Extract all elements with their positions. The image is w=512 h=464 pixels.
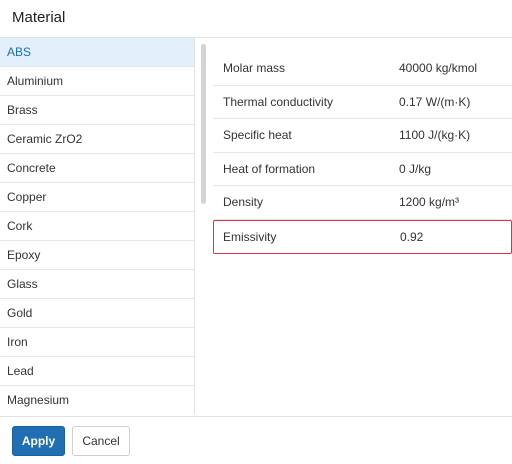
property-row: Thermal conductivity 0.17 W/(m·K) (213, 86, 512, 120)
apply-button[interactable]: Apply (12, 426, 65, 456)
material-item[interactable]: Cork (0, 212, 194, 241)
material-item[interactable]: Magnesium (0, 386, 194, 414)
material-item[interactable]: Brass (0, 96, 194, 125)
material-item[interactable]: Iron (0, 328, 194, 357)
property-value: 0.92 (400, 229, 424, 244)
material-item[interactable]: Lead (0, 357, 194, 386)
material-item[interactable]: Concrete (0, 154, 194, 183)
material-item[interactable]: Ceramic ZrO2 (0, 125, 194, 154)
property-row: Emissivity 0.92 (213, 219, 512, 254)
property-label: Thermal conductivity (223, 94, 334, 109)
property-row: Molar mass 40000 kg/kmol (213, 52, 512, 86)
material-item[interactable]: Glass (0, 270, 194, 299)
property-value: 1200 kg/m³ (399, 195, 460, 210)
property-row: Specific heat 1100 J/(kg·K) (213, 119, 512, 153)
material-dialog: Material ABS Aluminium Brass Ceramic ZrO2 Co… (0, 0, 512, 464)
footer-divider (0, 416, 512, 417)
material-item[interactable]: Gold (0, 299, 194, 328)
property-row: Density 1200 kg/m³ (213, 186, 512, 220)
property-value: 1100 J/(kg·K) (399, 128, 471, 143)
material-item[interactable]: ABS (0, 38, 194, 67)
dialog-title: Material (12, 9, 66, 26)
property-value: 40000 kg/kmol (399, 61, 478, 75)
material-properties: Molar mass 40000 kg/kmol Thermal conductiv… (213, 52, 512, 254)
property-label: Molar mass (223, 61, 286, 75)
cancel-button[interactable]: Cancel (72, 426, 130, 456)
property-value: 0.17 W/(m·K) (399, 94, 471, 109)
property-label: Heat of formation (223, 161, 316, 176)
material-item[interactable]: Aluminium (0, 67, 194, 96)
property-value: 0 J/kg (399, 161, 432, 176)
material-item[interactable]: Epoxy (0, 241, 194, 270)
material-list[interactable]: ABS Aluminium Brass Ceramic ZrO2 Concrete Cop… (0, 38, 195, 414)
property-label: Specific heat (223, 128, 292, 143)
scrollbar-thumb[interactable] (201, 44, 206, 204)
material-item[interactable]: Copper (0, 183, 194, 212)
property-label: Density (223, 195, 264, 210)
property-row: Heat of formation 0 J/kg (213, 153, 512, 187)
property-label: Emissivity (223, 229, 277, 244)
